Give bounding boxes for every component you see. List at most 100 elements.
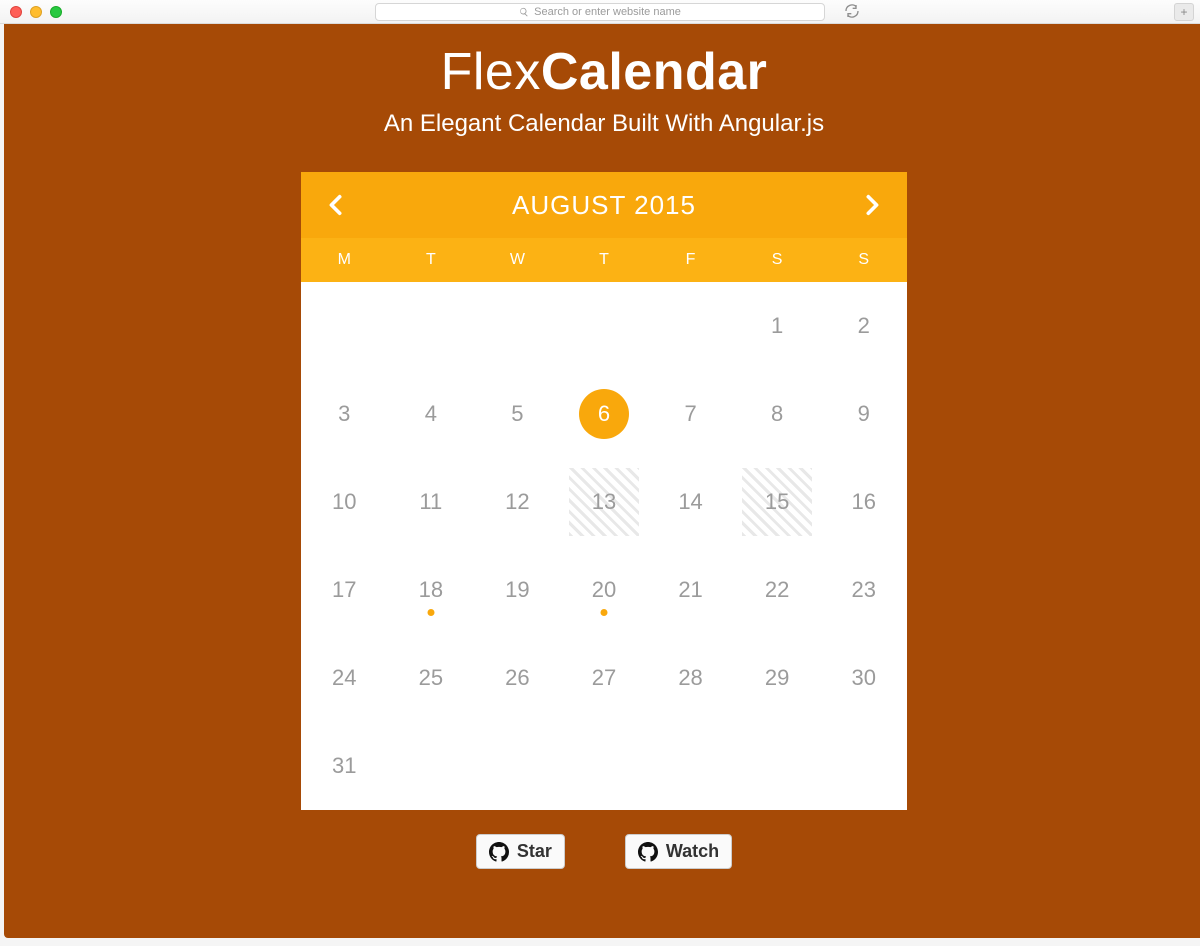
calendar-empty-cell [561, 282, 648, 370]
weekday-label: M [301, 238, 388, 282]
day-number: 30 [851, 665, 875, 691]
calendar-day[interactable]: 14 [647, 458, 734, 546]
calendar-day[interactable]: 1 [734, 282, 821, 370]
weekday-label: F [647, 238, 734, 282]
app-container: FlexCalendar An Elegant Calendar Built W… [4, 24, 1200, 938]
close-window-icon[interactable] [10, 6, 22, 18]
weekday-label: W [474, 238, 561, 282]
calendar-day[interactable]: 25 [388, 634, 475, 722]
calendar-day[interactable]: 7 [647, 370, 734, 458]
watch-label: Watch [666, 841, 719, 862]
weekday-label: T [561, 238, 648, 282]
day-number: 21 [678, 577, 702, 603]
day-number: 25 [419, 665, 443, 691]
day-number: 7 [684, 401, 696, 427]
day-number: 20 [592, 577, 616, 603]
calendar-day[interactable]: 17 [301, 546, 388, 634]
calendar-day[interactable]: 5 [474, 370, 561, 458]
day-number: 10 [332, 489, 356, 515]
weekday-label: S [734, 238, 821, 282]
day-number: 26 [505, 665, 529, 691]
day-number: 13 [592, 489, 616, 515]
calendar-day[interactable]: 2 [820, 282, 907, 370]
day-number: 19 [505, 577, 529, 603]
calendar-day[interactable]: 29 [734, 634, 821, 722]
day-number: 16 [851, 489, 875, 515]
window-controls [10, 6, 62, 18]
calendar-day[interactable]: 22 [734, 546, 821, 634]
day-number: 29 [765, 665, 789, 691]
github-icon [489, 842, 509, 862]
next-month-button[interactable] [861, 190, 883, 220]
calendar-day[interactable]: 21 [647, 546, 734, 634]
calendar-day[interactable]: 8 [734, 370, 821, 458]
day-number: 9 [858, 401, 870, 427]
day-number: 14 [678, 489, 702, 515]
calendar-day[interactable]: 9 [820, 370, 907, 458]
day-number: 24 [332, 665, 356, 691]
title-light: Flex [441, 43, 541, 101]
day-number: 28 [678, 665, 702, 691]
calendar-day[interactable]: 15 [734, 458, 821, 546]
day-number: 8 [771, 401, 783, 427]
calendar-empty-cell [474, 282, 561, 370]
calendar-header: AUGUST 2015 [301, 172, 907, 238]
day-number: 27 [592, 665, 616, 691]
day-number: 2 [858, 313, 870, 339]
calendar-day[interactable]: 27 [561, 634, 648, 722]
day-number: 22 [765, 577, 789, 603]
calendar-day[interactable]: 23 [820, 546, 907, 634]
calendar-empty-cell [301, 282, 388, 370]
maximize-window-icon[interactable] [50, 6, 62, 18]
address-placeholder: Search or enter website name [534, 6, 681, 18]
calendar-day[interactable]: 26 [474, 634, 561, 722]
weekday-row: MTWTFSS [301, 238, 907, 282]
calendar-day[interactable]: 3 [301, 370, 388, 458]
calendar-day[interactable]: 18 [388, 546, 475, 634]
calendar-grid: 1234567891011121314151617181920212223242… [301, 282, 907, 810]
event-dot-icon [427, 609, 434, 616]
calendar-day[interactable]: 31 [301, 722, 388, 810]
minimize-window-icon[interactable] [30, 6, 42, 18]
search-icon [519, 7, 529, 17]
star-label: Star [517, 841, 552, 862]
new-tab-button[interactable]: + [1174, 3, 1194, 21]
weekday-label: S [820, 238, 907, 282]
calendar: AUGUST 2015 MTWTFSS 12345678910111213141… [301, 172, 907, 810]
calendar-day[interactable]: 16 [820, 458, 907, 546]
calendar-empty-cell [647, 282, 734, 370]
chevron-right-icon [861, 190, 883, 220]
day-number: 1 [771, 313, 783, 339]
calendar-day[interactable]: 13 [561, 458, 648, 546]
page-title: FlexCalendar [441, 42, 768, 102]
event-dot-icon [600, 609, 607, 616]
address-bar[interactable]: Search or enter website name [375, 3, 825, 21]
calendar-day[interactable]: 24 [301, 634, 388, 722]
day-number: 12 [505, 489, 529, 515]
calendar-day[interactable]: 20 [561, 546, 648, 634]
calendar-day[interactable]: 10 [301, 458, 388, 546]
day-number: 15 [765, 489, 789, 515]
calendar-day[interactable]: 11 [388, 458, 475, 546]
day-number: 3 [338, 401, 350, 427]
day-number: 6 [598, 401, 610, 427]
calendar-day[interactable]: 30 [820, 634, 907, 722]
calendar-day[interactable]: 4 [388, 370, 475, 458]
calendar-day[interactable]: 6 [561, 370, 648, 458]
day-number: 5 [511, 401, 523, 427]
prev-month-button[interactable] [325, 190, 347, 220]
day-number: 4 [425, 401, 437, 427]
calendar-day[interactable]: 28 [647, 634, 734, 722]
day-number: 18 [419, 577, 443, 603]
calendar-empty-cell [388, 282, 475, 370]
chevron-left-icon [325, 190, 347, 220]
month-label: AUGUST 2015 [512, 190, 696, 221]
reload-icon[interactable] [844, 3, 860, 19]
page-subtitle: An Elegant Calendar Built With Angular.j… [384, 110, 824, 138]
star-button[interactable]: Star [476, 834, 565, 869]
calendar-day[interactable]: 19 [474, 546, 561, 634]
day-number: 23 [851, 577, 875, 603]
watch-button[interactable]: Watch [625, 834, 732, 869]
calendar-day[interactable]: 12 [474, 458, 561, 546]
github-buttons: Star Watch [476, 834, 732, 869]
